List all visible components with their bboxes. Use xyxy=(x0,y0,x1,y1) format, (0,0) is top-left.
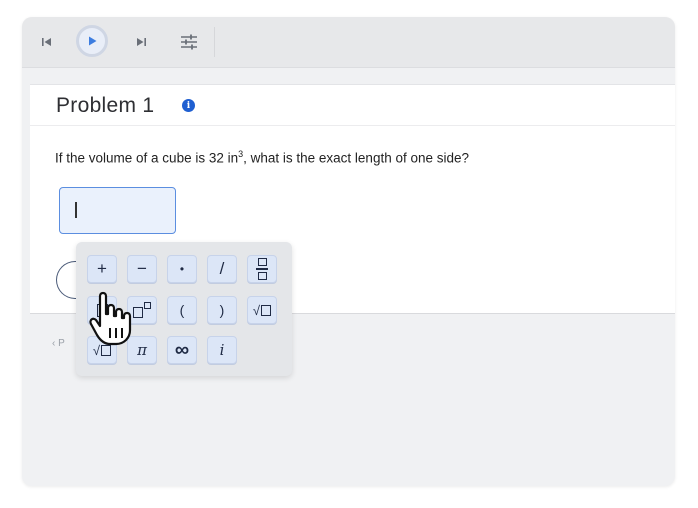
play-icon xyxy=(89,36,97,46)
problem-title: Problem 1 xyxy=(56,94,155,117)
key-multiply-dot[interactable]: • xyxy=(167,255,197,283)
previous-link[interactable]: ‹ P xyxy=(52,338,65,349)
key-divide-slash[interactable]: / xyxy=(207,255,237,283)
sqrt-symbol: √ xyxy=(252,302,261,318)
fraction-icon xyxy=(256,258,268,280)
info-icon[interactable]: i xyxy=(182,99,195,112)
key-minus[interactable]: − xyxy=(127,255,157,283)
hand-pointer-cursor-icon xyxy=(89,291,132,346)
key-plus[interactable]: + xyxy=(87,255,117,283)
answer-input[interactable] xyxy=(59,187,176,234)
problem-header: Problem 1 i xyxy=(30,85,675,126)
text-caret xyxy=(75,202,77,218)
key-fraction[interactable] xyxy=(247,255,277,283)
key-right-paren[interactable]: ) xyxy=(207,296,237,324)
skip-forward-icon[interactable] xyxy=(128,29,154,55)
playback-toolbar xyxy=(22,17,675,68)
question-text: If the volume of a cube is 32 in3, what … xyxy=(55,149,469,166)
skip-back-icon[interactable] xyxy=(34,29,60,55)
key-infinity[interactable]: ∞ xyxy=(167,336,197,364)
sliders-icon[interactable] xyxy=(176,29,202,55)
toolbar-divider xyxy=(214,27,215,57)
key-left-paren[interactable]: ( xyxy=(167,296,197,324)
question-text-pre: If the volume of a cube is 32 in xyxy=(55,150,239,166)
play-button[interactable] xyxy=(76,25,108,57)
question-text-post: , what is the exact length of one side? xyxy=(243,150,470,166)
key-sqrt[interactable]: √ xyxy=(247,296,277,324)
key-imaginary-i[interactable]: i xyxy=(207,336,237,364)
sqrt-icon: √ xyxy=(252,302,272,318)
